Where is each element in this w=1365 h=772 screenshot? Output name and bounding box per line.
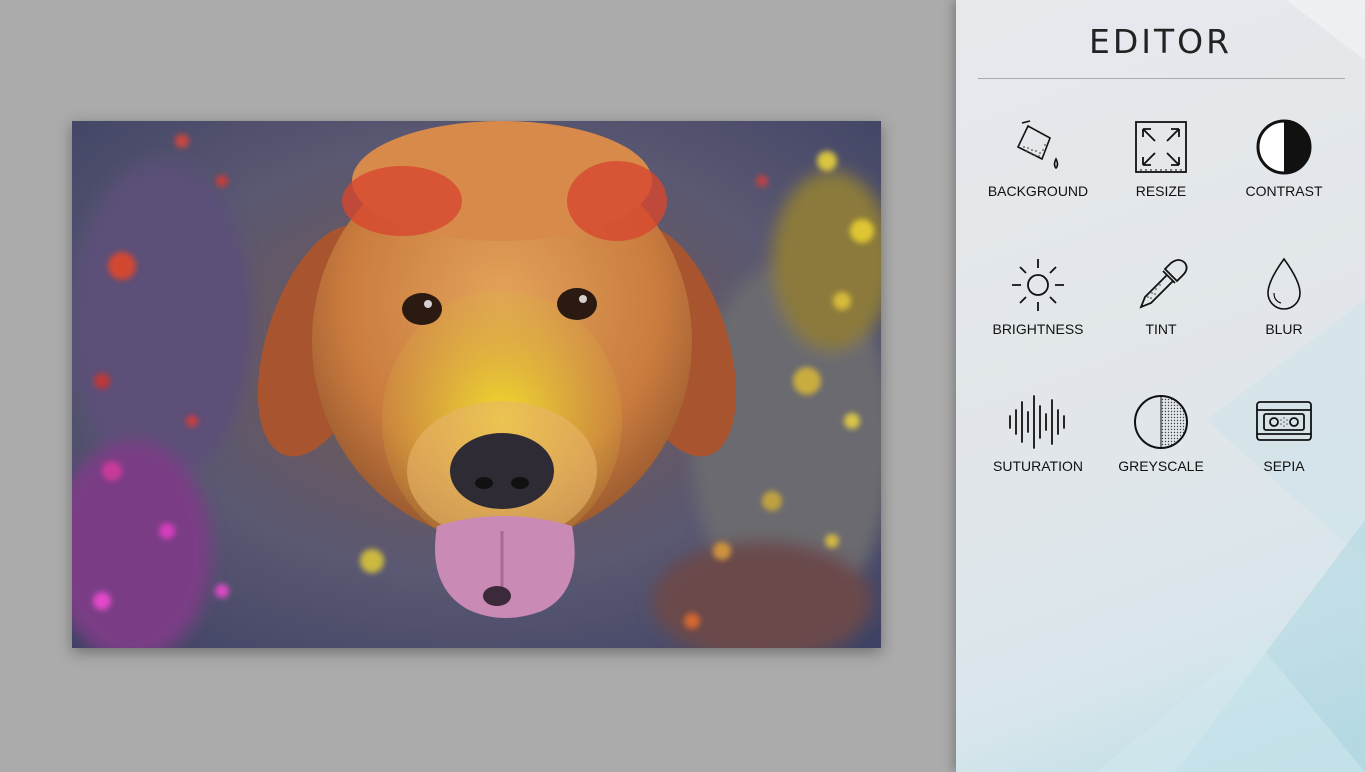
contrast-icon [1254, 117, 1314, 177]
divider [978, 78, 1345, 79]
tool-background[interactable]: BACKGROUND [978, 117, 1098, 227]
droplet-icon [1254, 255, 1314, 315]
cassette-icon [1254, 392, 1314, 452]
tool-contrast[interactable]: CONTRAST [1224, 117, 1344, 227]
tool-tint[interactable]: TINT [1101, 255, 1221, 365]
half-dotted-circle-icon [1131, 392, 1191, 452]
resize-icon [1131, 117, 1191, 177]
panel-title: EDITOR [1088, 22, 1233, 61]
paint-bucket-icon [1008, 117, 1068, 177]
tool-label: SUTURATION [993, 458, 1083, 474]
tool-label: GREYSCALE [1118, 458, 1204, 474]
tool-label: CONTRAST [1245, 183, 1323, 199]
editable-photo[interactable] [72, 121, 881, 648]
editor-panel: EDITOR BACKGROUND RESIZE CONTRAST BRIGHT… [956, 0, 1365, 772]
canvas-area [0, 0, 956, 772]
tool-brightness[interactable]: BRIGHTNESS [978, 255, 1098, 365]
tool-label: RESIZE [1135, 183, 1187, 199]
tool-label: TINT [1145, 321, 1177, 337]
tool-blur[interactable]: BLUR [1224, 255, 1344, 365]
tool-label: BACKGROUND [987, 183, 1089, 199]
tool-label: SEPIA [1263, 458, 1305, 474]
panel-background-decoration [1096, 0, 1365, 772]
eyedropper-icon [1131, 255, 1191, 315]
tool-sepia[interactable]: SEPIA [1224, 392, 1344, 502]
dog-image [72, 121, 881, 648]
soundwave-icon [1008, 392, 1068, 452]
tool-greyscale[interactable]: GREYSCALE [1101, 392, 1221, 502]
sun-icon [1008, 255, 1068, 315]
tool-label: BLUR [1265, 321, 1303, 337]
tool-label: BRIGHTNESS [992, 321, 1084, 337]
tool-resize[interactable]: RESIZE [1101, 117, 1221, 227]
tool-saturation[interactable]: SUTURATION [978, 392, 1098, 502]
